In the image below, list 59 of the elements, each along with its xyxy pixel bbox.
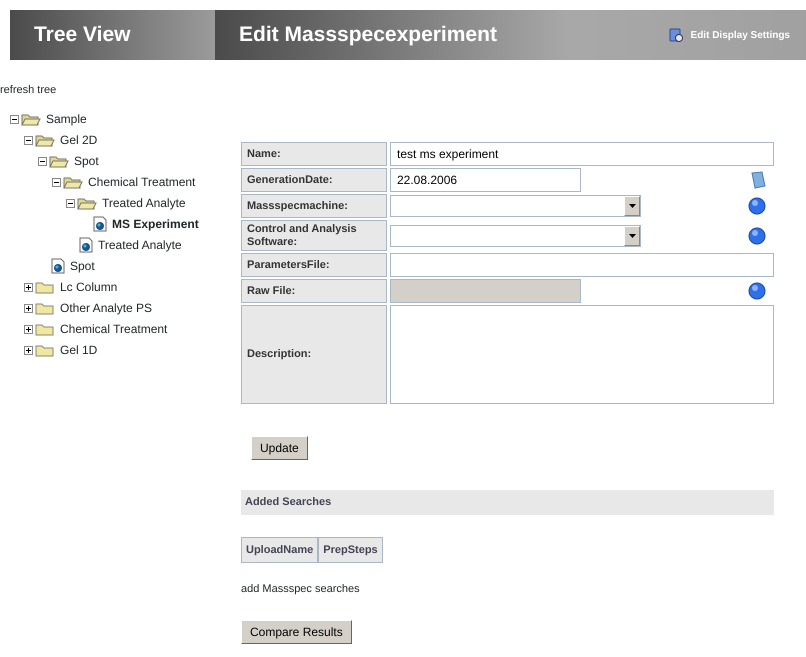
calendar-icon[interactable] [750,171,766,189]
tree-item[interactable]: Spot [71,152,99,170]
collapse-icon[interactable] [24,136,33,144]
caret-icon [628,234,636,238]
expand-icon[interactable] [24,282,33,292]
page-title: Edit Massspecexperiment [239,22,497,48]
document-icon [79,237,93,253]
open-folder-icon [77,196,97,210]
open-folder-icon [21,112,41,126]
collapse-icon[interactable] [10,114,19,124]
lookup-icon[interactable] [748,226,766,245]
input-field[interactable]: 22.08.2006 [390,168,581,192]
expand-icon[interactable] [24,304,33,312]
field-label: ParametersFile: [241,253,387,278]
tree-item[interactable]: Gel 1D [57,341,98,359]
tree-item[interactable]: Treated Analyte [99,194,186,212]
expand-icon[interactable] [24,346,33,354]
field-label: Raw File: [241,279,387,304]
folder-icon [35,280,55,294]
tree-item[interactable]: Lc Column [57,278,118,296]
field-label: Control and Analysis Software: [241,220,387,252]
field-label: GenerationDate: [241,168,387,192]
refresh-link[interactable]: refresh tree [0,82,56,98]
update-button[interactable]: Update [251,436,308,460]
document-icon [93,216,107,232]
tree-item[interactable]: MS Experiment [109,215,199,233]
caret-icon [628,204,636,208]
open-folder-icon [49,154,69,168]
panel-title: Tree View [34,22,131,48]
expand-icon[interactable] [24,324,33,334]
add-searches-link[interactable]: add Massspec searches [241,581,360,598]
column-header: UploadName [241,536,318,564]
input-field[interactable] [390,253,774,278]
lookup-icon[interactable] [748,282,766,300]
field-label: Massspecmachine: [241,194,387,218]
open-folder-icon [35,133,55,147]
tree-item[interactable]: Other Analyte PS [57,299,152,317]
document-icon [51,258,65,274]
collapse-icon[interactable] [66,198,75,208]
field-label: Name: [241,142,387,166]
folder-icon [35,301,55,315]
tree-item[interactable]: Gel 2D [57,131,98,149]
tree-item[interactable]: Chemical Treatment [57,320,168,338]
settings-icon [668,28,683,42]
open-folder-icon [63,175,83,189]
tree-item[interactable]: Spot [67,257,95,275]
tree-item[interactable]: Treated Analyte [95,236,182,254]
folder-icon [35,322,55,336]
collapse-icon[interactable] [52,178,61,186]
section-header: Added Searches [241,490,774,515]
folder-icon [35,343,55,357]
input-field[interactable]: test ms experiment [390,142,774,166]
column-header: PrepSteps [318,536,383,564]
compare-button[interactable]: Compare Results [241,620,352,644]
tree-item[interactable]: Sample [43,110,87,128]
field-label: Description: [241,305,387,404]
tree-item[interactable]: Chemical Treatment [85,173,196,191]
lookup-icon[interactable] [748,197,766,215]
collapse-icon[interactable] [38,156,47,166]
